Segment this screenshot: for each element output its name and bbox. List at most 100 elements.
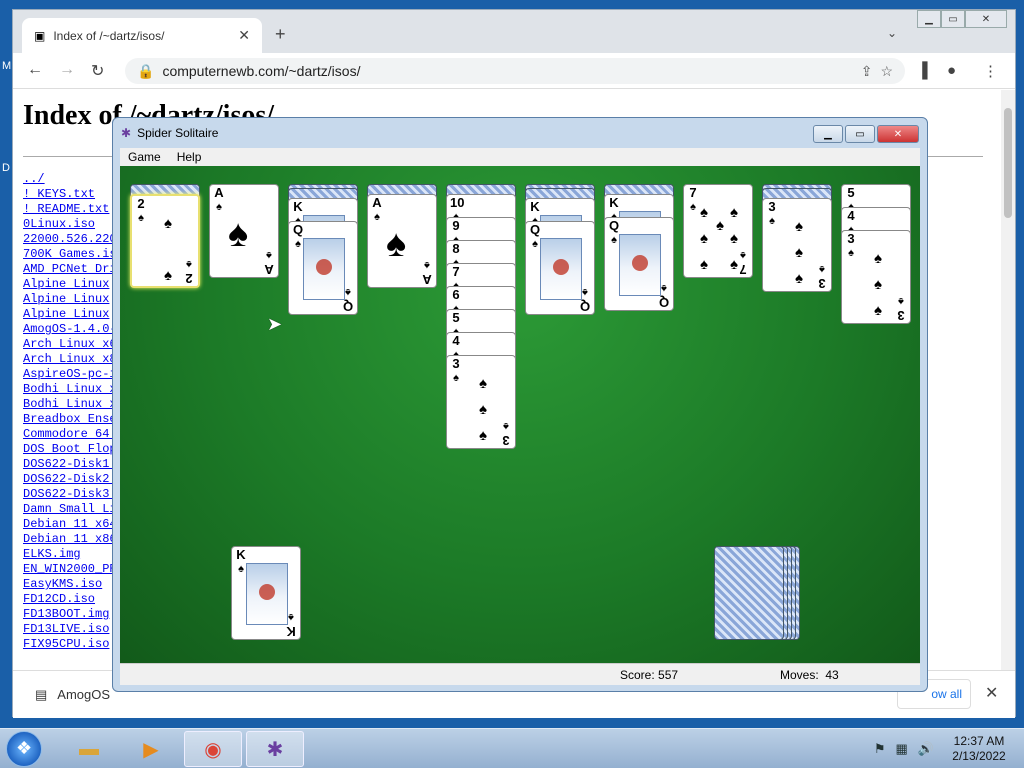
back-icon[interactable]: ← [27, 61, 43, 79]
spider-minimize-button[interactable]: ▁ [813, 125, 843, 143]
file-link[interactable]: Arch Linux x6 [23, 337, 117, 352]
playing-card-7[interactable]: 7♠7♠♠♠♠♠♠♠♠ [683, 184, 753, 278]
new-tab-button[interactable]: + [275, 24, 286, 45]
file-link[interactable]: Bodhi Linux x [23, 397, 117, 412]
game-table[interactable]: 2♠2♠♠♠A♠A♠♠K♠K♠Q♠Q♠A♠A♠♠10♠10♠♠♠♠♠♠♠♠♠♠♠… [120, 166, 920, 663]
card-back [714, 546, 784, 640]
file-link[interactable]: AMD PCNet Dri [23, 262, 117, 277]
file-link[interactable]: AspireOS-pc-i [23, 367, 117, 382]
tab-search-icon[interactable]: ⌄ [887, 26, 897, 40]
share-icon[interactable]: ⇪ [861, 63, 873, 80]
spade-icon: ♠ [795, 218, 803, 235]
file-link[interactable]: ! KEYS.txt [23, 187, 117, 202]
taskbar: ❖ ▬ ▶ ◉ ✱ ⚑ ▦ 🔊 12:37 AM 2/13/2022 [0, 728, 1024, 768]
volume-icon[interactable]: 🔊 [918, 741, 934, 757]
mouse-cursor-icon: ➤ [267, 314, 283, 334]
network-icon[interactable]: ▦ [896, 741, 908, 757]
file-link[interactable]: EN_WIN2000_PR [23, 562, 117, 577]
bookmark-star-icon[interactable]: ☆ [880, 63, 893, 80]
close-window-button[interactable]: ✕ [965, 10, 1007, 28]
file-link[interactable]: DOS Boot Flop [23, 442, 117, 457]
spider-solitaire-window: ✱ Spider Solitaire ▁ ▭ ✕ Game Help 2 ♠ 2 ♠ ♠… [112, 117, 928, 692]
page-scrollbar[interactable] [1001, 90, 1015, 670]
spade-icon: ♠ [874, 250, 882, 267]
browser-toolbar: ← → ↻ 🔒 computernewb.com/~dartz/isos/ ⇪ … [13, 53, 1015, 89]
close-tab-icon[interactable]: ✕ [238, 27, 250, 44]
playing-card-Q[interactable]: Q ♠ Q ♠ [604, 217, 674, 311]
spade-icon: ♠ [700, 256, 708, 273]
spade-icon: ♠ [700, 204, 708, 221]
action-center-flag-icon[interactable]: ⚑ [874, 741, 886, 757]
file-link[interactable]: 0Linux.iso [23, 217, 117, 232]
file-link[interactable]: EasyKMS.iso [23, 577, 117, 592]
clock[interactable]: 12:37 AM 2/13/2022 [944, 734, 1014, 764]
file-link[interactable]: DOS622-Disk2. [23, 472, 117, 487]
file-link[interactable]: ELKS.img [23, 547, 117, 562]
playing-card-A[interactable]: A ♠ A ♠ ♠ [209, 184, 279, 278]
close-download-bar-icon[interactable]: ✕ [985, 683, 998, 703]
file-link[interactable]: Alpine Linux [23, 292, 117, 307]
minimize-button[interactable]: ▁ [917, 10, 941, 28]
download-filename: AmogOS [57, 687, 111, 702]
playing-card-Q[interactable]: Q ♠ Q ♠ [288, 221, 358, 315]
file-link[interactable]: ../ [23, 172, 117, 187]
address-bar[interactable]: 🔒 computernewb.com/~dartz/isos/ ⇪ ☆ [125, 58, 905, 84]
chrome-icon[interactable]: ◉ [184, 731, 242, 767]
menu-game[interactable]: Game [128, 150, 161, 164]
file-link[interactable]: FD13BOOT.img [23, 607, 117, 622]
card-rank: A ♠ [264, 249, 274, 277]
file-link[interactable]: Alpine Linux [23, 307, 117, 322]
file-link[interactable]: Debian 11 x86 [23, 532, 117, 547]
reload-icon[interactable]: ↻ [91, 61, 104, 81]
spade-icon: ♠ [795, 244, 803, 261]
playing-card-2[interactable]: 2 ♠ 2 ♠ ♠ ♠ [130, 194, 200, 288]
forward-icon[interactable]: → [59, 61, 75, 79]
playing-card-3[interactable]: 3 ♠ 3 ♠ ♠ ♠ ♠ [841, 230, 911, 324]
scrollbar-thumb[interactable] [1004, 108, 1012, 218]
file-link[interactable]: FD12CD.iso [23, 592, 117, 607]
file-link[interactable]: Commodore 64. [23, 427, 117, 442]
menu-help[interactable]: Help [177, 150, 202, 164]
windows-start-icon[interactable]: ❖ [6, 731, 42, 767]
spider-close-button[interactable]: ✕ [877, 125, 919, 143]
file-link[interactable]: 22000.526.220 [23, 232, 117, 247]
profile-avatar-icon[interactable]: ● [947, 62, 956, 79]
download-item[interactable]: ▤ AmogOS [35, 687, 110, 703]
card-rank: 3 ♠ [452, 356, 460, 385]
spider-maximize-button[interactable]: ▭ [845, 125, 875, 143]
file-link[interactable]: AmogOS-1.4.0- [23, 322, 117, 337]
media-player-icon[interactable]: ▶ [122, 731, 180, 767]
file-link[interactable]: Bodhi Linux x [23, 382, 117, 397]
url-text[interactable]: computernewb.com/~dartz/isos/ [162, 63, 852, 79]
card-rank: 3 ♠ [502, 420, 510, 448]
face-card-art-icon [540, 238, 582, 300]
spider-title-bar[interactable]: ✱ Spider Solitaire [113, 118, 927, 148]
file-link[interactable]: Arch Linux x8 [23, 352, 117, 367]
file-link[interactable]: Debian 11 x64 [23, 517, 117, 532]
file-link[interactable]: FIX95CPU.iso [23, 637, 117, 652]
maximize-button[interactable]: ▭ [941, 10, 965, 28]
file-link[interactable]: DOS622-Disk1. [23, 457, 117, 472]
file-link[interactable]: Alpine Linux [23, 277, 117, 292]
playing-card-3[interactable]: 3 ♠ 3 ♠ ♠ ♠ ♠ [446, 355, 516, 449]
lock-icon[interactable]: 🔒 [137, 63, 154, 80]
spade-icon: ♠ [874, 302, 882, 319]
playing-card-3[interactable]: 3 ♠ 3 ♠ ♠ ♠ ♠ [762, 198, 832, 292]
playing-card-A[interactable]: A ♠ A ♠ ♠ [367, 194, 437, 288]
card-rank: 3 ♠ [847, 231, 855, 260]
desktop-label: D [2, 162, 10, 174]
file-link[interactable]: 700K Games.is [23, 247, 117, 262]
file-list: ../! KEYS.txt! README.txt 0Linux.iso 22000… [23, 172, 117, 652]
menu-kebab-icon[interactable]: ⋮ [983, 62, 998, 80]
file-link[interactable]: DOS622-Disk3. [23, 487, 117, 502]
playing-card-Q[interactable]: Q ♠ Q ♠ [525, 221, 595, 315]
file-link[interactable]: ! README.txt [23, 202, 117, 217]
spider-solitaire-icon[interactable]: ✱ [246, 731, 304, 767]
file-explorer-icon[interactable]: ▬ [60, 731, 118, 767]
file-link[interactable]: FD13LIVE.iso [23, 622, 117, 637]
side-panel-icon[interactable]: ▐ [917, 62, 928, 79]
browser-tab[interactable]: ▣ Index of /~dartz/isos/ ✕ [22, 18, 262, 53]
file-link[interactable]: Damn Small Li [23, 502, 117, 517]
file-link[interactable]: Breadbox Ense [23, 412, 117, 427]
playing-card-K[interactable]: K♠K♠ [231, 546, 301, 640]
